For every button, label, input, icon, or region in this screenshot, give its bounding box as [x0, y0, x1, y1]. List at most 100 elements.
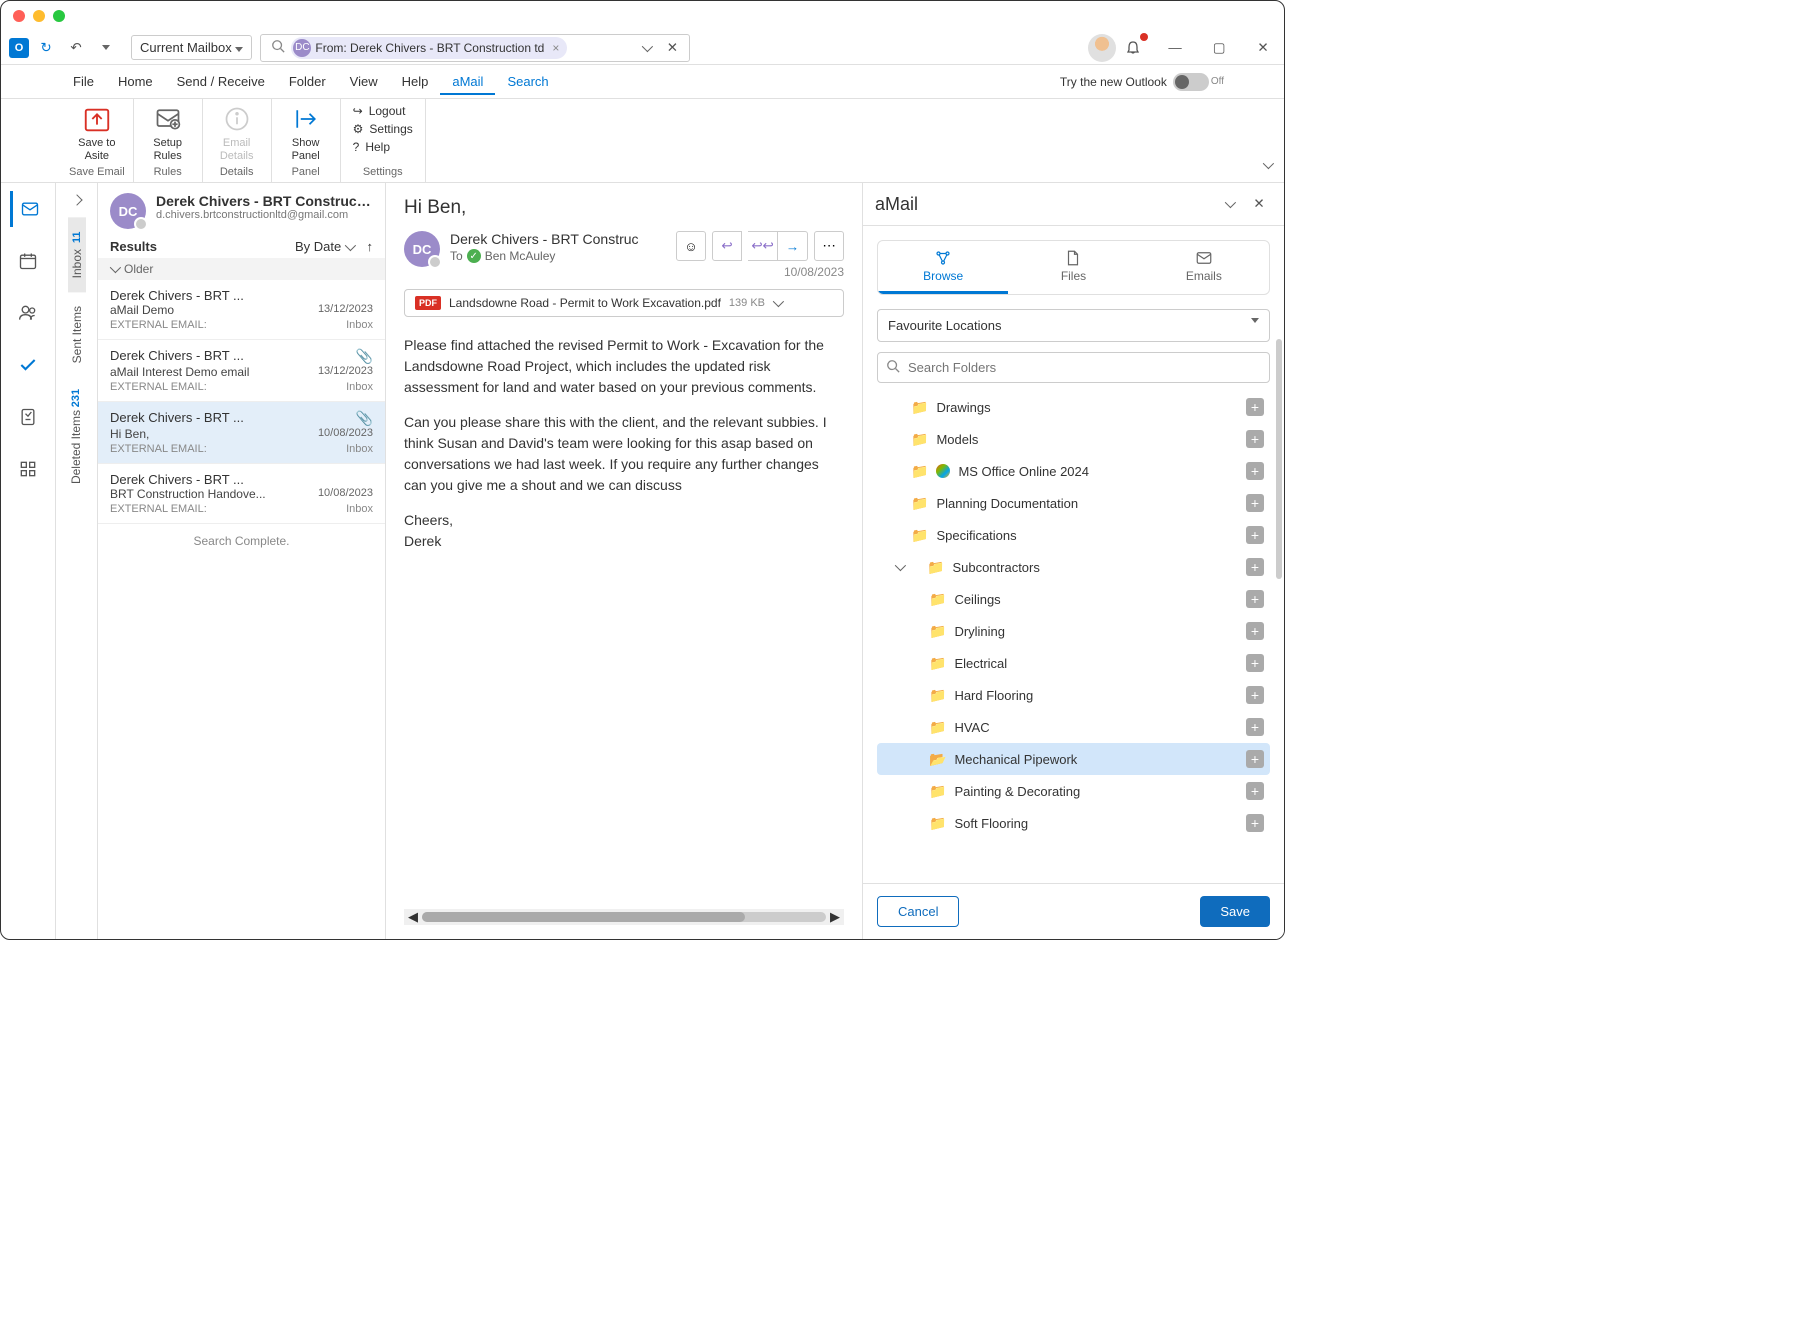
- tab-view[interactable]: View: [338, 68, 390, 95]
- tasks-nav-button[interactable]: [10, 347, 46, 383]
- tab-amail[interactable]: aMail: [440, 68, 495, 95]
- folder-planning[interactable]: 📁Planning Documentation+: [877, 487, 1270, 519]
- folder-drylining[interactable]: 📁Drylining+: [877, 615, 1270, 647]
- chevron-down-icon[interactable]: [895, 560, 906, 571]
- save-to-asite-button[interactable]: Save to Asite: [71, 103, 123, 163]
- settings-button[interactable]: ⚙ Settings: [349, 121, 417, 137]
- folder-sent[interactable]: Sent Items: [68, 292, 86, 377]
- people-nav-button[interactable]: [10, 295, 46, 331]
- reaction-button[interactable]: ☺: [676, 231, 706, 261]
- search-box[interactable]: DC From: Derek Chivers - BRT Constructio…: [260, 34, 690, 62]
- folder-models[interactable]: 📁Models+: [877, 423, 1270, 455]
- add-button[interactable]: +: [1246, 718, 1264, 736]
- add-button[interactable]: +: [1246, 782, 1264, 800]
- maximize-button[interactable]: ▢: [1206, 35, 1232, 61]
- maximize-mac-icon[interactable]: [53, 10, 65, 22]
- folder-deleted[interactable]: Deleted Items 231: [65, 378, 87, 498]
- search-folders-field[interactable]: [908, 360, 1261, 375]
- notifications-button[interactable]: [1120, 35, 1146, 61]
- tab-home[interactable]: Home: [106, 68, 165, 95]
- tab-file[interactable]: File: [61, 68, 106, 95]
- search-dropdown-button[interactable]: [633, 35, 659, 61]
- save-button[interactable]: Save: [1200, 896, 1270, 927]
- add-button[interactable]: +: [1246, 590, 1264, 608]
- scroll-left-icon[interactable]: ◀: [408, 909, 418, 925]
- setup-rules-button[interactable]: Setup Rules: [142, 103, 194, 163]
- refresh-button[interactable]: ↻: [33, 35, 59, 61]
- folder-msoffice[interactable]: 📁MS Office Online 2024+: [877, 455, 1270, 487]
- more-actions-button[interactable]: ⋯: [814, 231, 844, 261]
- add-button[interactable]: +: [1246, 622, 1264, 640]
- message-item-selected[interactable]: Derek Chivers - BRT ...📎 Hi Ben,10/08/20…: [98, 402, 385, 464]
- notes-nav-button[interactable]: [10, 399, 46, 435]
- close-mac-icon[interactable]: [13, 10, 25, 22]
- close-button[interactable]: ✕: [1250, 35, 1276, 61]
- add-button[interactable]: +: [1246, 430, 1264, 448]
- calendar-nav-button[interactable]: [10, 243, 46, 279]
- folder-hardflooring[interactable]: 📁Hard Flooring+: [877, 679, 1270, 711]
- minimize-button[interactable]: —: [1162, 35, 1188, 61]
- add-button[interactable]: +: [1246, 750, 1264, 768]
- folder-inbox[interactable]: Inbox 11: [68, 217, 86, 292]
- add-button[interactable]: +: [1246, 526, 1264, 544]
- message-item[interactable]: Derek Chivers - BRT ... BRT Construction…: [98, 464, 385, 524]
- attachment-dropdown-icon[interactable]: [773, 296, 784, 307]
- tab-help[interactable]: Help: [390, 68, 441, 95]
- show-panel-button[interactable]: Show Panel: [280, 103, 332, 163]
- user-avatar[interactable]: [1088, 34, 1116, 62]
- reply-all-button[interactable]: ↩↩: [748, 231, 778, 261]
- add-button[interactable]: +: [1246, 686, 1264, 704]
- add-button[interactable]: +: [1246, 558, 1264, 576]
- older-group[interactable]: Older: [98, 258, 385, 280]
- folder-electrical[interactable]: 📁Electrical+: [877, 647, 1270, 679]
- folder-painting[interactable]: 📁Painting & Decorating+: [877, 775, 1270, 807]
- add-button[interactable]: +: [1246, 398, 1264, 416]
- search-close-button[interactable]: ✕: [659, 35, 685, 61]
- amail-tab-emails[interactable]: Emails: [1139, 241, 1269, 294]
- add-button[interactable]: +: [1246, 814, 1264, 832]
- folder-subcontractors[interactable]: 📁Subcontractors+: [877, 551, 1270, 583]
- add-button[interactable]: +: [1246, 654, 1264, 672]
- expand-folders-button[interactable]: [64, 187, 90, 213]
- message-item[interactable]: Derek Chivers - BRT ...📎 aMail Interest …: [98, 340, 385, 402]
- sort-direction-button[interactable]: ↑: [367, 239, 374, 254]
- amail-collapse-button[interactable]: [1216, 191, 1242, 217]
- mailbox-select[interactable]: Current Mailbox: [131, 35, 252, 60]
- mail-nav-button[interactable]: [10, 191, 46, 227]
- message-item[interactable]: Derek Chivers - BRT ... aMail Demo13/12/…: [98, 280, 385, 340]
- vertical-scrollbar[interactable]: [1276, 339, 1282, 579]
- collapse-ribbon-button[interactable]: [1254, 152, 1280, 178]
- sort-by-date[interactable]: By Date: [295, 239, 357, 254]
- forward-button[interactable]: →: [778, 231, 808, 261]
- help-button[interactable]: ? Help: [349, 139, 417, 155]
- tab-sendreceive[interactable]: Send / Receive: [165, 68, 277, 95]
- amail-tab-files[interactable]: Files: [1008, 241, 1138, 294]
- folder-mechanical-pipework[interactable]: 📂Mechanical Pipework+: [877, 743, 1270, 775]
- folder-drawings[interactable]: 📁Drawings+: [877, 391, 1270, 423]
- add-button[interactable]: +: [1246, 462, 1264, 480]
- apps-nav-button[interactable]: [10, 451, 46, 487]
- minimize-mac-icon[interactable]: [33, 10, 45, 22]
- attachment-chip[interactable]: PDF Landsdowne Road - Permit to Work Exc…: [404, 289, 844, 317]
- folder-ceilings[interactable]: 📁Ceilings+: [877, 583, 1270, 615]
- logout-button[interactable]: ↪ Logout: [349, 103, 417, 119]
- amail-tab-browse[interactable]: Browse: [878, 241, 1008, 294]
- folder-softflooring[interactable]: 📁Soft Flooring+: [877, 807, 1270, 839]
- search-folders-input[interactable]: [877, 352, 1270, 383]
- chip-close-icon[interactable]: ×: [552, 41, 559, 55]
- tab-folder[interactable]: Folder: [277, 68, 338, 95]
- scroll-right-icon[interactable]: ▶: [830, 909, 840, 925]
- folder-specifications[interactable]: 📁Specifications+: [877, 519, 1270, 551]
- search-filter-chip[interactable]: DC From: Derek Chivers - BRT Constructio…: [291, 37, 567, 59]
- cancel-button[interactable]: Cancel: [877, 896, 959, 927]
- customize-qat-button[interactable]: [93, 35, 119, 61]
- folder-hvac[interactable]: 📁HVAC+: [877, 711, 1270, 743]
- tab-search[interactable]: Search: [495, 68, 560, 95]
- horizontal-scrollbar[interactable]: ◀ ▶: [404, 909, 844, 925]
- add-button[interactable]: +: [1246, 494, 1264, 512]
- amail-close-button[interactable]: ✕: [1246, 191, 1272, 217]
- favourite-locations-select[interactable]: Favourite Locations: [877, 309, 1270, 342]
- try-new-outlook-toggle[interactable]: [1173, 73, 1209, 91]
- reply-button[interactable]: ↩: [712, 231, 742, 261]
- undo-button[interactable]: ↶: [63, 35, 89, 61]
